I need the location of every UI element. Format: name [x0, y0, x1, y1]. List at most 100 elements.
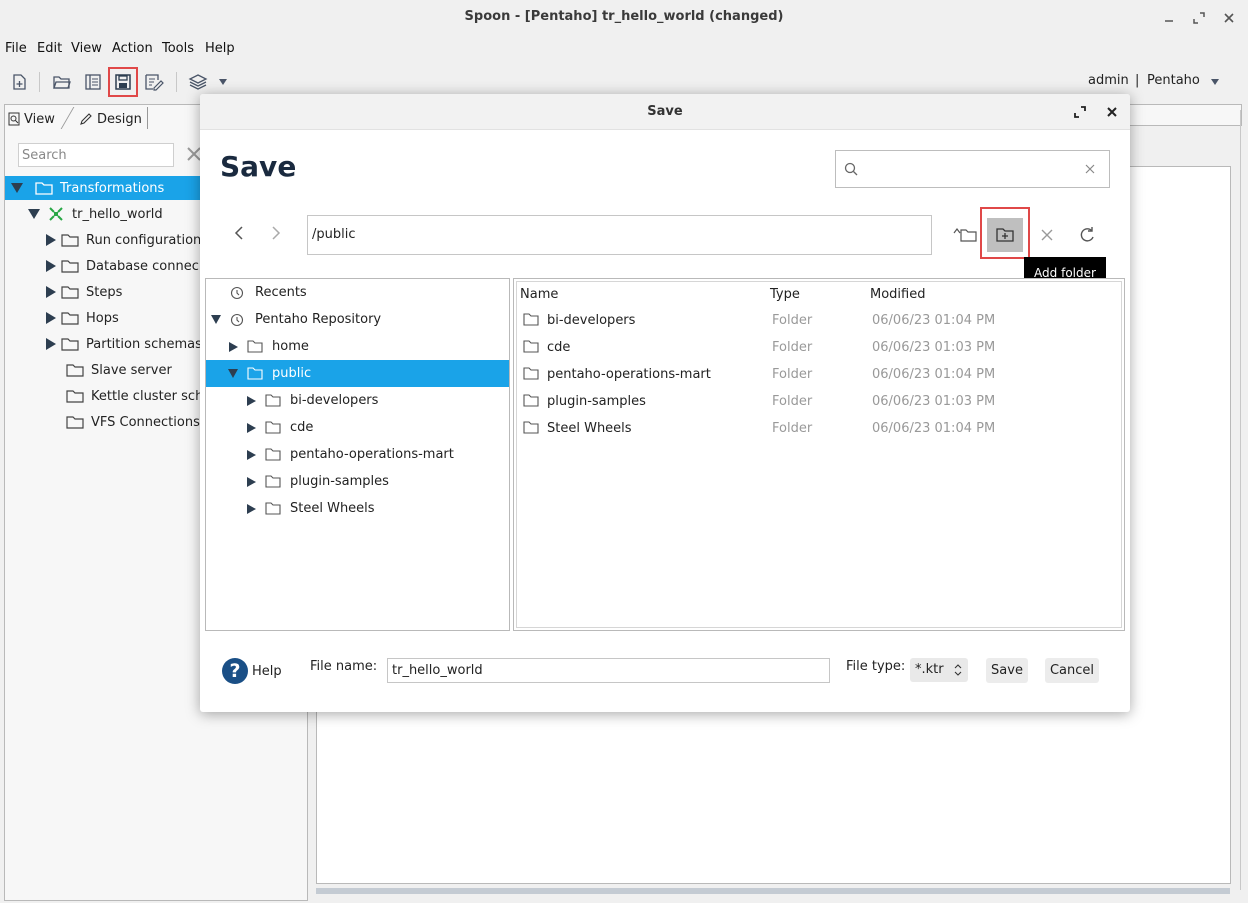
collapse-icon[interactable]	[28, 209, 40, 219]
folder-icon	[247, 367, 263, 380]
tree-item-pentaho-repository[interactable]: Pentaho Repository	[211, 306, 381, 333]
save-icon[interactable]	[108, 67, 138, 97]
repository-dropdown-icon[interactable]	[1206, 70, 1224, 94]
tree-item-public[interactable]: public	[206, 360, 509, 387]
file-list: Name Type Modified bi-developers Folder …	[513, 278, 1125, 631]
file-row[interactable]: pentaho-operations-mart Folder 06/06/23 …	[517, 361, 1117, 388]
file-modified: 06/06/23 01:03 PM	[872, 394, 996, 409]
tree-label: Database connec	[86, 258, 199, 274]
folder-icon	[523, 394, 539, 407]
file-type-select[interactable]: *.ktr	[910, 658, 968, 682]
expand-icon[interactable]	[46, 260, 56, 272]
tree-label: home	[272, 339, 309, 354]
tree-item-partition-schemas[interactable]: Partition schemas	[46, 332, 202, 356]
delete-icon[interactable]	[1035, 223, 1059, 247]
help-icon[interactable]: ?	[222, 658, 248, 684]
spinner-icon	[954, 662, 962, 678]
expand-icon[interactable]	[247, 476, 256, 487]
expand-icon[interactable]	[247, 395, 256, 406]
collapse-icon[interactable]	[228, 369, 238, 378]
column-header-name[interactable]: Name	[520, 287, 558, 302]
dialog-titlebar: Save	[200, 94, 1130, 130]
expand-icon[interactable]	[46, 338, 56, 350]
tree-item-hops[interactable]: Hops	[46, 306, 119, 330]
save-as-icon[interactable]	[142, 70, 166, 94]
dialog-search-input[interactable]	[835, 150, 1110, 188]
menu-tools[interactable]: Tools	[162, 41, 194, 56]
tree-item-steel-wheels[interactable]: Steel Wheels	[247, 495, 375, 522]
tree-item-database-connections[interactable]: Database connec	[46, 254, 199, 278]
tab-design[interactable]: Design	[79, 109, 142, 129]
column-header-modified[interactable]: Modified	[870, 287, 925, 302]
file-name-input[interactable]: tr_hello_world	[387, 658, 830, 683]
file-name: bi-developers	[547, 313, 636, 328]
file-row[interactable]: bi-developers Folder 06/06/23 01:04 PM	[517, 307, 1117, 334]
help-link[interactable]: Help	[252, 664, 282, 679]
close-dialog-icon[interactable]	[1104, 104, 1120, 120]
folder-icon	[523, 340, 539, 353]
parent-folder-icon[interactable]	[952, 222, 978, 246]
tree-item-home[interactable]: home	[229, 333, 309, 360]
tree-item-plugin-samples[interactable]: plugin-samples	[247, 468, 389, 495]
tree-item-tr-hello-world[interactable]: tr_hello_world	[28, 202, 163, 226]
forward-icon[interactable]	[264, 221, 288, 245]
path-input[interactable]: /public	[307, 215, 932, 255]
folder-icon	[523, 367, 539, 380]
tree-item-cde[interactable]: cde	[247, 414, 313, 441]
repository-icon	[230, 313, 244, 327]
save-button[interactable]: Save	[986, 658, 1028, 683]
cancel-button[interactable]: Cancel	[1045, 658, 1099, 683]
tree-item-slave-server[interactable]: Slave server	[61, 358, 172, 382]
tree-item-pentaho-operations-mart[interactable]: pentaho-operations-mart	[247, 441, 454, 468]
folder-icon	[61, 285, 79, 299]
add-folder-button[interactable]	[987, 218, 1023, 252]
repository-name[interactable]: Pentaho	[1147, 73, 1200, 88]
expand-dialog-icon[interactable]	[1072, 104, 1088, 120]
menu-help[interactable]: Help	[205, 41, 235, 56]
tree-search-input[interactable]: Search	[18, 143, 174, 167]
maximize-icon[interactable]	[1190, 9, 1208, 27]
expand-icon[interactable]	[229, 341, 238, 352]
refresh-icon[interactable]	[1075, 223, 1099, 247]
collapse-icon[interactable]	[211, 315, 221, 324]
expand-icon[interactable]	[247, 449, 256, 460]
clear-search-icon[interactable]	[1084, 163, 1096, 175]
horizontal-scrollbar[interactable]	[316, 888, 1230, 894]
layers-icon[interactable]	[186, 70, 210, 94]
open-file-icon[interactable]	[50, 70, 74, 94]
tree-item-vfs-connections[interactable]: VFS Connections	[61, 410, 200, 434]
file-row[interactable]: cde Folder 06/06/23 01:03 PM	[517, 334, 1117, 361]
tree-item-steps[interactable]: Steps	[46, 280, 122, 304]
tree-item-bi-developers[interactable]: bi-developers	[247, 387, 378, 414]
file-name: pentaho-operations-mart	[547, 367, 711, 382]
file-row[interactable]: plugin-samples Folder 06/06/23 01:03 PM	[517, 388, 1117, 415]
tree-item-run-configuration[interactable]: Run configuration	[46, 228, 201, 252]
tree-item-recents[interactable]: Recents	[230, 279, 307, 306]
expand-icon[interactable]	[247, 422, 256, 433]
menu-view[interactable]: View	[71, 41, 102, 56]
expand-icon[interactable]	[46, 234, 56, 246]
repository-tree: Recents Pentaho Repository home public b…	[205, 278, 510, 631]
expand-icon[interactable]	[247, 503, 256, 514]
file-row[interactable]: Steel Wheels Folder 06/06/23 01:04 PM	[517, 415, 1117, 442]
folder-icon	[35, 181, 53, 195]
menu-edit[interactable]: Edit	[37, 41, 62, 56]
back-icon[interactable]	[227, 221, 251, 245]
tab-view[interactable]: View	[8, 109, 55, 129]
expand-icon[interactable]	[46, 286, 56, 298]
explore-repository-icon[interactable]	[81, 70, 105, 94]
close-window-icon[interactable]	[1220, 9, 1238, 27]
minimize-icon[interactable]	[1161, 9, 1179, 27]
menu-action[interactable]: Action	[112, 41, 153, 56]
tree-label: Recents	[255, 285, 307, 300]
vertical-scrollbar[interactable]	[1240, 110, 1246, 890]
menu-file[interactable]: File	[5, 41, 27, 56]
tree-item-kettle-cluster-schemas[interactable]: Kettle cluster sch	[61, 384, 203, 408]
collapse-icon[interactable]	[11, 183, 23, 193]
column-header-type[interactable]: Type	[770, 287, 800, 302]
new-file-icon[interactable]	[7, 70, 31, 94]
tree-label: Partition schemas	[86, 336, 202, 352]
layers-dropdown-icon[interactable]	[214, 70, 232, 94]
save-dialog: Save Save /public Add folder Recents Pen…	[200, 94, 1130, 712]
expand-icon[interactable]	[46, 312, 56, 324]
